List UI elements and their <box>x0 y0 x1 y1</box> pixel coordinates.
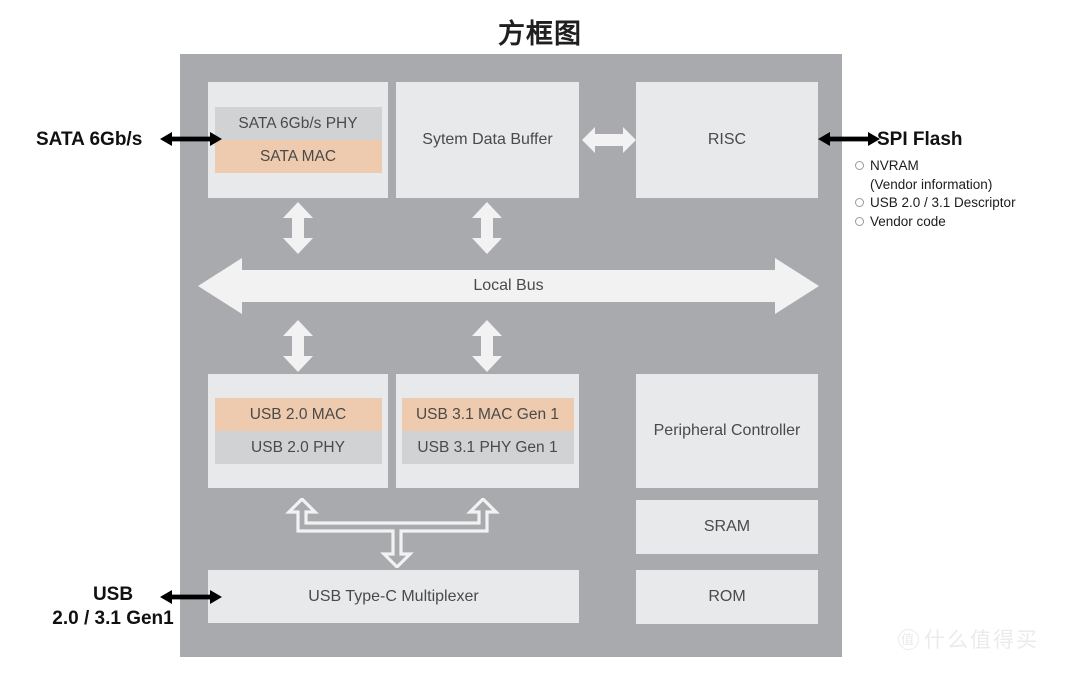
arrow-typec-fanout-icon <box>285 498 500 568</box>
block-sata: SATA 6Gb/s PHY SATA MAC <box>208 82 388 198</box>
list-item: Vendor code <box>855 213 1075 232</box>
label-spi-flash: SPI Flash <box>877 129 963 150</box>
list-item-label: USB 2.0 / 3.1 Descriptor <box>870 195 1016 211</box>
block-sram: SRAM <box>636 500 818 554</box>
arrow-databuffer-risc-icon <box>582 127 636 153</box>
list-item-label: NVRAM <box>870 158 919 173</box>
label-sata-external: SATA 6Gb/s <box>36 129 143 150</box>
usb20-mac-strip: USB 2.0 MAC <box>214 398 382 431</box>
usb20-phy-strip: USB 2.0 PHY <box>214 431 382 464</box>
watermark-text: 什么值得买 <box>924 629 1039 652</box>
sata-mac-strip: SATA MAC <box>214 140 382 173</box>
arrow-sata-external-icon <box>160 132 222 146</box>
sata-phy-strip: SATA 6Gb/s PHY <box>214 107 382 140</box>
arrow-usb-external-icon <box>160 590 222 604</box>
block-usb31: USB 3.1 MAC Gen 1 USB 3.1 PHY Gen 1 <box>396 374 579 488</box>
list-item: NVRAM <box>855 157 1075 176</box>
list-item-label: Vendor code <box>870 213 946 229</box>
block-usb-type-c-multiplexer: USB Type-C Multiplexer <box>208 570 579 623</box>
block-peripheral-controller: Peripheral Controller <box>636 374 818 488</box>
usb31-phy-strip: USB 3.1 PHY Gen 1 <box>401 431 574 464</box>
bullet-circle-icon <box>855 216 864 226</box>
diagram-canvas: 方框图 SATA 6Gb/s PHY SATA MAC Sytem Data B… <box>0 0 1080 675</box>
list-item: USB 2.0 / 3.1 Descriptor <box>855 194 1075 213</box>
arrow-sata-bus-icon <box>283 202 313 254</box>
arrow-databuffer-bus-icon <box>472 202 502 254</box>
bullet-circle-icon <box>855 161 864 170</box>
block-usb20: USB 2.0 MAC USB 2.0 PHY <box>208 374 388 488</box>
watermark-logo-icon: 值 <box>898 628 919 650</box>
arrow-spi-flash-icon <box>818 132 880 146</box>
arrow-bus-usb31-icon <box>472 320 502 372</box>
bullet-circle-icon <box>855 198 864 208</box>
page-title: 方框图 <box>498 19 582 49</box>
block-risc: RISC <box>636 82 818 198</box>
usb31-mac-strip: USB 3.1 MAC Gen 1 <box>401 398 574 431</box>
label-usb-line2: 2.0 / 3.1 Gen1 <box>52 607 174 629</box>
spi-flash-content-list: NVRAM (Vendor information) USB 2.0 / 3.1… <box>855 157 1075 232</box>
arrow-bus-usb20-icon <box>283 320 313 372</box>
local-bus-label: Local Bus <box>473 277 544 294</box>
block-system-data-buffer: Sytem Data Buffer <box>396 82 579 198</box>
block-rom: ROM <box>636 570 818 624</box>
list-item-sublabel: (Vendor information) <box>870 176 993 192</box>
watermark: 值 什么值得买 <box>898 624 1039 654</box>
block-local-bus: Local Bus <box>198 258 819 314</box>
